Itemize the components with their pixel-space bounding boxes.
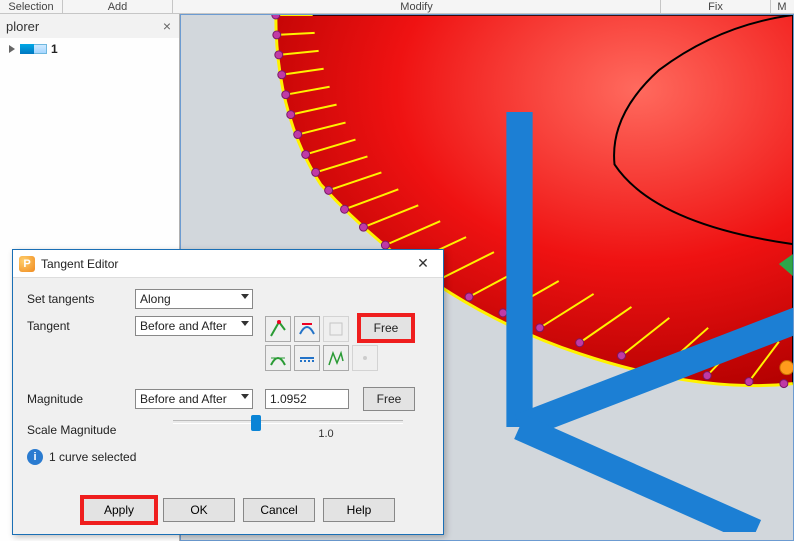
cancel-button[interactable]: Cancel <box>243 498 315 522</box>
tangent-label: Tangent <box>27 316 135 333</box>
section-fix: Fix <box>661 0 771 14</box>
section-selection: Selection <box>0 0 63 14</box>
magnitude-input[interactable]: 1.0952 <box>265 389 349 409</box>
explorer-tree-root[interactable]: 1 <box>0 38 179 60</box>
tangent-option-6[interactable] <box>323 345 349 371</box>
flag-icon <box>20 44 34 54</box>
dialog-button-row: Apply OK Cancel Help <box>13 492 443 534</box>
scale-magnitude-label: Scale Magnitude <box>27 423 135 437</box>
help-button[interactable]: Help <box>323 498 395 522</box>
explorer-title: plorer <box>6 19 39 34</box>
slider-value-label: 1.0 <box>318 428 333 440</box>
ribbon-section-labels: Selection Add Modify Fix M <box>0 0 794 14</box>
scale-magnitude-slider[interactable] <box>173 420 403 424</box>
dialog-title: Tangent Editor <box>41 257 409 271</box>
tangent-mode-combo[interactable]: Before and After <box>135 316 253 336</box>
tangent-option-7 <box>352 345 378 371</box>
section-add: Add <box>63 0 173 14</box>
tangent-option-2[interactable] <box>294 316 320 342</box>
section-edge: M <box>771 0 793 14</box>
close-icon[interactable]: ✕ <box>409 254 437 274</box>
info-icon: i <box>27 449 43 465</box>
explorer-header: plorer × <box>0 14 179 38</box>
tangent-editor-dialog: P Tangent Editor ✕ Set tangents Along Ta… <box>12 249 444 535</box>
status-text: 1 curve selected <box>49 450 136 464</box>
magnitude-mode-combo[interactable]: Before and After <box>135 389 253 409</box>
tangent-option-4[interactable] <box>265 345 291 371</box>
magnitude-label: Magnitude <box>27 392 135 406</box>
ok-button[interactable]: OK <box>163 498 235 522</box>
chevron-down-icon <box>241 394 249 399</box>
tangent-option-5[interactable] <box>294 345 320 371</box>
dialog-titlebar[interactable]: P Tangent Editor ✕ <box>13 250 443 278</box>
set-tangents-label: Set tangents <box>27 292 135 306</box>
set-tangents-combo[interactable]: Along <box>135 289 253 309</box>
chevron-down-icon <box>241 321 249 326</box>
tangent-option-3 <box>323 316 349 342</box>
tangent-option-1[interactable] <box>265 316 291 342</box>
flag-outline-icon <box>33 44 47 54</box>
chevron-down-icon <box>241 294 249 299</box>
tangent-free-button[interactable]: Free <box>360 316 412 340</box>
section-modify: Modify <box>173 0 661 14</box>
close-icon[interactable]: × <box>163 18 171 34</box>
tree-root-label: 1 <box>51 42 58 56</box>
magnitude-free-button[interactable]: Free <box>363 387 415 411</box>
slider-thumb[interactable] <box>251 415 261 431</box>
chevron-right-icon[interactable] <box>6 43 18 55</box>
app-icon: P <box>19 256 35 272</box>
apply-button[interactable]: Apply <box>83 498 155 522</box>
